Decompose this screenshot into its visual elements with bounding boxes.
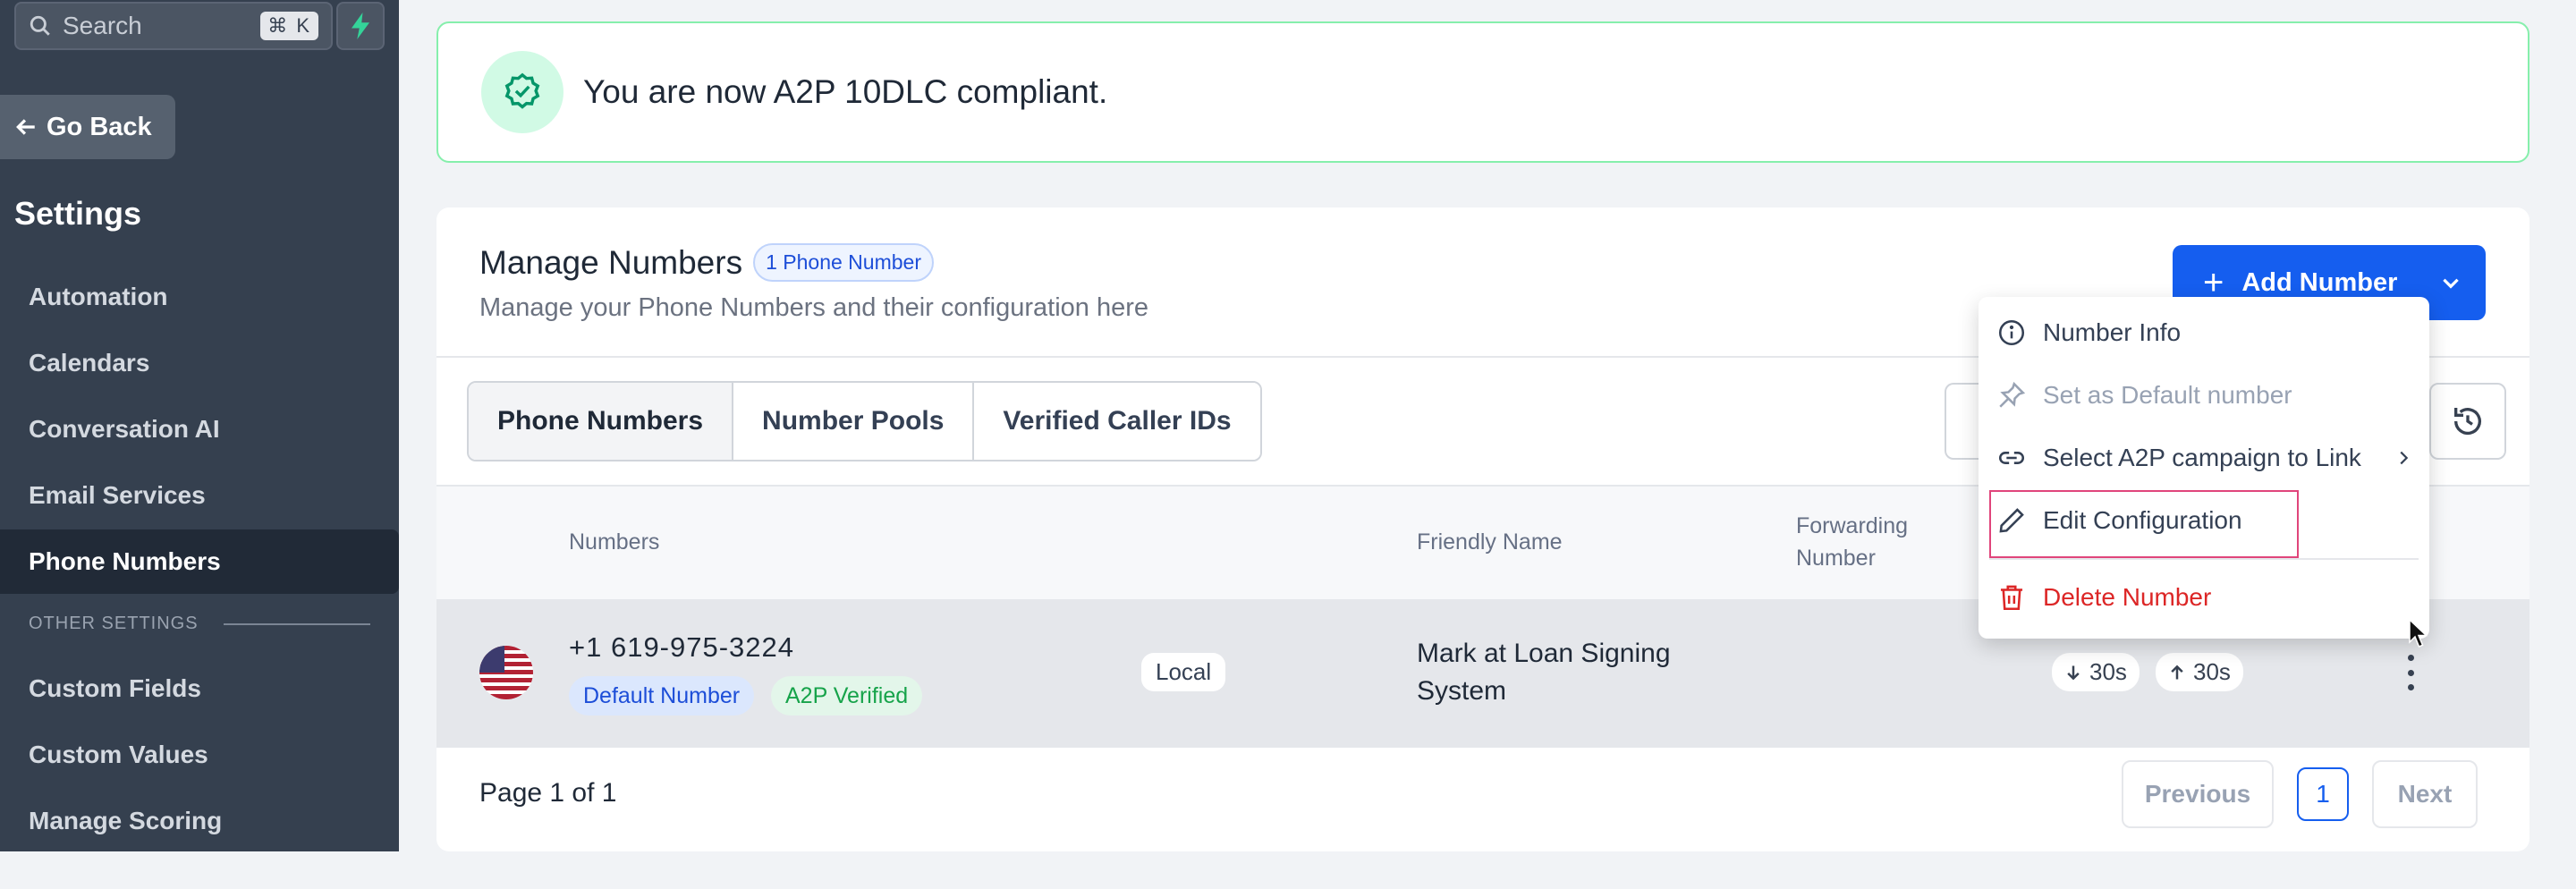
search-input[interactable]: Search ⌘ K	[14, 2, 333, 50]
menu-item-label: Delete Number	[2043, 583, 2212, 611]
arrow-up-icon	[2171, 665, 2183, 679]
plus-icon: +	[2203, 263, 2224, 302]
edit-configuration-highlight	[1989, 490, 2299, 558]
search-shortcut: ⌘ K	[260, 12, 318, 40]
info-icon	[1998, 319, 2025, 346]
manage-numbers-header: Manage Numbers 1 Phone Number	[479, 243, 934, 282]
sidebar-item-conversation-ai[interactable]: Conversation AI	[0, 397, 399, 461]
column-header-numbers: Numbers	[569, 529, 660, 555]
menu-item-select-a2p-campaign[interactable]: Select A2P campaign to Link	[1979, 428, 2429, 488]
pin-icon	[1999, 381, 2026, 408]
chevron-down-icon[interactable]	[2439, 271, 2462, 294]
add-number-label: Add Number	[2241, 267, 2398, 297]
a2p-verified-badge: A2P Verified	[771, 676, 923, 715]
outbound-timeout-badge: 30s	[2156, 653, 2243, 691]
tab-phone-numbers[interactable]: Phone Numbers	[469, 383, 734, 460]
column-header-friendly-name: Friendly Name	[1417, 529, 1563, 555]
inbound-timeout-badge: 30s	[2052, 653, 2140, 691]
sidebar-item-manage-scoring[interactable]: Manage Scoring	[0, 789, 399, 853]
tab-number-pools[interactable]: Number Pools	[733, 383, 975, 460]
sidebar: Search ⌘ K Go Back Settings Automation C…	[0, 0, 399, 851]
menu-divider	[1989, 558, 2419, 560]
menu-item-label: Set as Default number	[2043, 381, 2292, 409]
refresh-icon	[2453, 408, 2481, 436]
page-title: Manage Numbers	[479, 243, 743, 281]
row-actions-menu: Number Info Set as Default number Select…	[1979, 297, 2429, 639]
menu-item-delete-number[interactable]: Delete Number	[1979, 567, 2429, 628]
friendly-name: Mark at Loan Signing System	[1417, 635, 1792, 710]
page-number-button[interactable]: 1	[2297, 767, 2349, 821]
sidebar-item-email-services[interactable]: Email Services	[0, 463, 399, 528]
search-placeholder: Search	[63, 12, 142, 39]
forwarding-header-line1: Forwarding	[1796, 513, 1909, 538]
row-actions-kebab-icon[interactable]	[2404, 655, 2417, 690]
forwarding-header-line2: Number	[1796, 546, 1876, 571]
go-back-button[interactable]: Go Back	[0, 95, 175, 159]
search-icon	[30, 15, 50, 36]
menu-item-label: Number Info	[2043, 318, 2182, 346]
trash-icon	[2000, 585, 2023, 611]
sidebar-item-custom-values[interactable]: Custom Values	[0, 723, 399, 787]
default-number-badge: Default Number	[569, 676, 755, 715]
chevron-right-icon	[2400, 451, 2409, 465]
compliance-banner: You are now A2P 10DLC compliant.	[436, 21, 2529, 163]
us-flag-icon	[479, 646, 533, 699]
number-tabs: Phone Numbers Number Pools Verified Call…	[467, 381, 1262, 461]
settings-title: Settings	[14, 195, 142, 232]
refresh-button[interactable]	[2429, 383, 2506, 460]
menu-item-label: Select A2P campaign to Link	[2043, 444, 2361, 471]
mouse-cursor-icon	[2409, 619, 2428, 648]
sidebar-item-calendars[interactable]: Calendars	[0, 331, 399, 395]
link-icon	[1999, 452, 2024, 464]
friendly-name-line2: System	[1417, 676, 1507, 706]
phone-number: +1 619-975-3224	[569, 631, 795, 663]
previous-page-button[interactable]: Previous	[2122, 760, 2274, 828]
phone-count-badge: 1 Phone Number	[753, 243, 934, 282]
other-settings-label: OTHER SETTINGS	[29, 614, 199, 633]
section-divider	[223, 622, 370, 625]
number-type-badge: Local	[1141, 653, 1226, 691]
lightning-icon	[352, 13, 369, 39]
outbound-timeout: 30s	[2193, 658, 2231, 685]
menu-item-number-info[interactable]: Number Info	[1979, 302, 2429, 363]
menu-item-set-default[interactable]: Set as Default number	[1979, 365, 2429, 426]
sidebar-item-phone-numbers[interactable]: Phone Numbers	[0, 529, 399, 594]
friendly-name-line1: Mark at Loan Signing	[1417, 639, 1671, 668]
sidebar-item-custom-fields[interactable]: Custom Fields	[0, 656, 399, 721]
arrow-left-icon	[16, 119, 35, 135]
arrow-down-icon	[2067, 665, 2080, 680]
quick-actions-button[interactable]	[336, 2, 385, 50]
page-info: Page 1 of 1	[479, 778, 617, 808]
tab-verified-caller-ids[interactable]: Verified Caller IDs	[974, 383, 1260, 460]
verified-badge-icon	[481, 51, 564, 133]
column-header-forwarding: Forwarding Number	[1796, 510, 1908, 574]
other-settings-section: OTHER SETTINGS	[29, 614, 370, 634]
inbound-timeout: 30s	[2089, 658, 2127, 685]
next-page-button[interactable]: Next	[2372, 760, 2478, 828]
go-back-label: Go Back	[47, 112, 152, 141]
page-subtitle: Manage your Phone Numbers and their conf…	[479, 293, 1149, 322]
table-bottom-divider	[436, 746, 2529, 748]
sidebar-item-automation[interactable]: Automation	[0, 265, 399, 329]
compliance-message: You are now A2P 10DLC compliant.	[583, 73, 1108, 110]
